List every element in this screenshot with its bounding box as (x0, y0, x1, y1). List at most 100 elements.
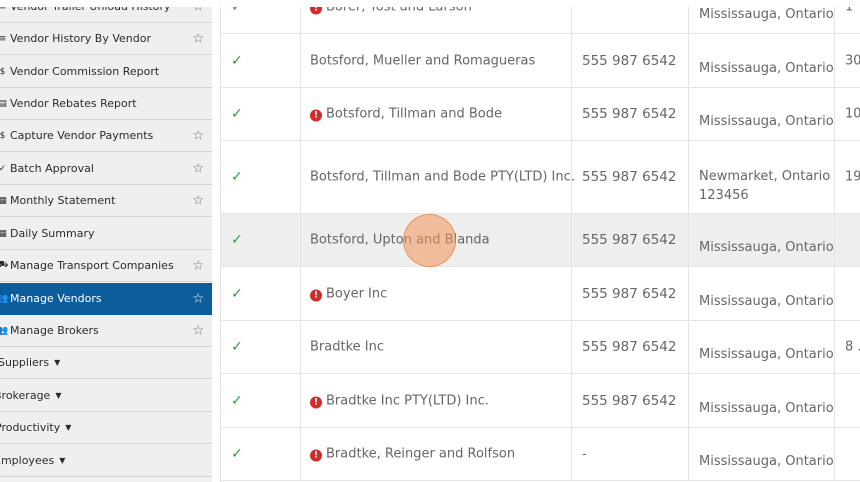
city-text: Mississauga, Ontario (699, 7, 834, 22)
extra-cell: 10 (835, 88, 860, 140)
star-icon[interactable]: ☆ (192, 291, 204, 306)
check-icon: ✓ (231, 52, 243, 69)
star-icon[interactable]: ☆ (192, 31, 204, 46)
table-row[interactable]: ✓ ! Bradtke Inc PTY(LTD) Inc. 555 987 6542 M… (221, 374, 860, 428)
extra-cell (835, 214, 860, 266)
star-icon[interactable]: ☆ (192, 258, 204, 273)
check-icon: ✓ (231, 169, 243, 185)
star-icon[interactable]: ☆ (192, 323, 204, 338)
phone-number: 555 987 6542 (582, 232, 677, 248)
status-cell: ✓ (221, 88, 301, 140)
sidebar-item[interactable]: ⛟ Manage Transport Companies ☆ (0, 250, 212, 282)
status-cell: ✓ (221, 428, 301, 480)
phone-cell: 555 987 6542 (572, 374, 689, 427)
phone-number: 555 987 6542 (582, 52, 677, 69)
vendor-name-cell[interactable]: Bradtke Inc (301, 321, 572, 373)
table-row[interactable]: ✓ ! Bradtke, Reinger and Rolfson - Mississau… (221, 428, 860, 481)
chevron-down-icon: ▼ (59, 456, 66, 465)
vendor-name-cell[interactable]: ! Bradtke, Reinger and Rolfson (301, 428, 572, 480)
sidebar-item[interactable]: ✓ Batch Approval ☆ (0, 153, 212, 185)
vendor-name-cell[interactable]: ! Bradtke Inc PTY(LTD) Inc. (301, 374, 572, 427)
vendors-table: ✓! Borer, Yost and Larson Mississauga, Ont… (220, 0, 860, 482)
city-cell: Mississauga, Ontario (689, 321, 835, 373)
city-cell: Mississauga, Ontario (689, 34, 835, 87)
sidebar-item[interactable]: ▦ Daily Summary (0, 218, 212, 250)
city-text: Mississauga, Ontario (699, 294, 834, 309)
sidebar-item-label: Vendor Rebates Report (10, 97, 137, 110)
phone-number: 555 987 6542 (582, 392, 677, 409)
sidebar-item[interactable]: $ Vendor Commission Report (0, 56, 212, 88)
check-icon: ✓ (231, 106, 243, 122)
table-row[interactable]: ✓ Botsford, Upton and Blanda 555 987 6542 M… (221, 214, 860, 267)
sidebar-item-label: Manage Brokers (10, 324, 99, 337)
warning-icon: ! (310, 449, 322, 462)
vendor-name-cell[interactable]: Botsford, Mueller and Romagueras (301, 34, 572, 87)
city-text: Mississauga, Ontario (699, 454, 834, 469)
vendor-name-cell[interactable]: ! Boyer Inc (301, 267, 572, 320)
city-text: Mississauga, Ontario (699, 61, 834, 76)
star-icon[interactable]: ☆ (192, 128, 204, 143)
table-row[interactable]: ✓! Boyer Inc 555 987 6542 Mississauga, Onta… (221, 267, 860, 321)
city-text: Mississauga, Ontario (699, 240, 834, 255)
vendor-name: Bradtke Inc (310, 339, 384, 355)
check-icon: ✓ (231, 392, 243, 409)
warning-icon: ! (310, 109, 322, 122)
calendar-icon: ▦ (0, 195, 7, 206)
sidebar-item[interactable]: 👥 Manage Vendors ☆ (0, 283, 212, 315)
sidebar-group[interactable]: Productivity ▼ (0, 412, 212, 444)
warning-icon: ! (310, 396, 322, 408)
sidebar-item[interactable]: $ Capture Vendor Payments ☆ (0, 120, 212, 152)
sidebar-group[interactable]: Brokerage ▼ (0, 380, 212, 412)
city-text: Mississauga, Ontario (699, 401, 834, 416)
top-strip (0, 0, 860, 7)
dollar-icon: $ (0, 130, 6, 141)
phone-number: - (582, 446, 587, 462)
sidebar-item-label: Manage Transport Companies (10, 259, 174, 272)
users-icon: 👥 (0, 325, 9, 336)
sidebar-group-label: Employees (0, 454, 55, 467)
sidebar-item-label: Vendor Commission Report (10, 65, 160, 78)
vendor-name-cell[interactable]: Botsford, Upton and Blanda (301, 214, 572, 266)
city-cell: Mississauga, Ontario (689, 88, 835, 140)
extra-value: 30 (845, 53, 860, 68)
status-cell: ✓ (221, 267, 301, 320)
status-cell: ✓ (221, 374, 301, 427)
star-icon[interactable]: ☆ (192, 161, 204, 176)
sidebar-item-label: Capture Vendor Payments (10, 129, 154, 142)
sidebar: ≡Vendor Trailer Unload History☆≡Vendor H… (0, 0, 212, 482)
vendor-name: Botsford, Mueller and Romagueras (310, 53, 536, 68)
sidebar-item[interactable]: ▦ Monthly Statement ☆ (0, 185, 212, 217)
sidebar-item[interactable]: 👥 Manage Brokers ☆ (0, 315, 212, 347)
sidebar-item[interactable]: ▤ Vendor Rebates Report (0, 88, 212, 120)
phone-cell: 555 987 6542 (572, 321, 689, 373)
vendor-name-cell[interactable]: ! Botsford, Tillman and Bode (301, 88, 572, 140)
table-row[interactable]: ✓! Botsford, Tillman and Bode 555 987 6542… (221, 88, 860, 141)
star-icon[interactable]: ☆ (192, 193, 204, 208)
extra-value: 8 . (845, 339, 860, 355)
receipt-icon: ▤ (0, 98, 7, 109)
table-row[interactable]: ✓ Bradtke Inc 555 987 6542 Mississauga, Ont… (221, 321, 860, 374)
extra-cell: 19 (835, 141, 860, 213)
dollar-icon: $ (0, 66, 6, 77)
sidebar-group[interactable]: Suppliers ▼ (0, 347, 212, 379)
table-row[interactable]: ✓ Botsford, Mueller and Romagueras 555 987… (221, 34, 860, 88)
phone-number: 555 987 6542 (582, 285, 677, 302)
city-cell: Mississauga, Ontario (689, 267, 835, 320)
phone-cell: 555 987 6542 (572, 214, 689, 266)
city-cell: Mississauga, Ontario (689, 428, 835, 480)
city-text: Newmarket, Ontario (699, 169, 831, 184)
sidebar-group-label: Brokerage (0, 389, 51, 402)
sidebar-item[interactable]: ≡ Vendor History By Vendor ☆ (0, 23, 212, 55)
sidebar-item-label: Monthly Statement (10, 194, 116, 207)
check-icon: ✓ (0, 163, 7, 174)
status-cell: ✓ (221, 321, 301, 373)
city-text: Mississauga, Ontario (699, 347, 834, 362)
check-icon: ✓ (231, 339, 243, 355)
sidebar-group[interactable]: Employees ▼ (0, 445, 212, 477)
extra-value: 19 (845, 169, 860, 185)
vendor-name-cell[interactable]: Botsford, Tillman and Bode PTY(LTD) Inc. (301, 141, 575, 213)
extra-cell (835, 428, 860, 480)
table-row[interactable]: ✓ Botsford, Tillman and Bode PTY(LTD) Inc… (221, 141, 860, 214)
check-icon: ✓ (231, 446, 243, 462)
chevron-down-icon: ▼ (54, 358, 61, 367)
